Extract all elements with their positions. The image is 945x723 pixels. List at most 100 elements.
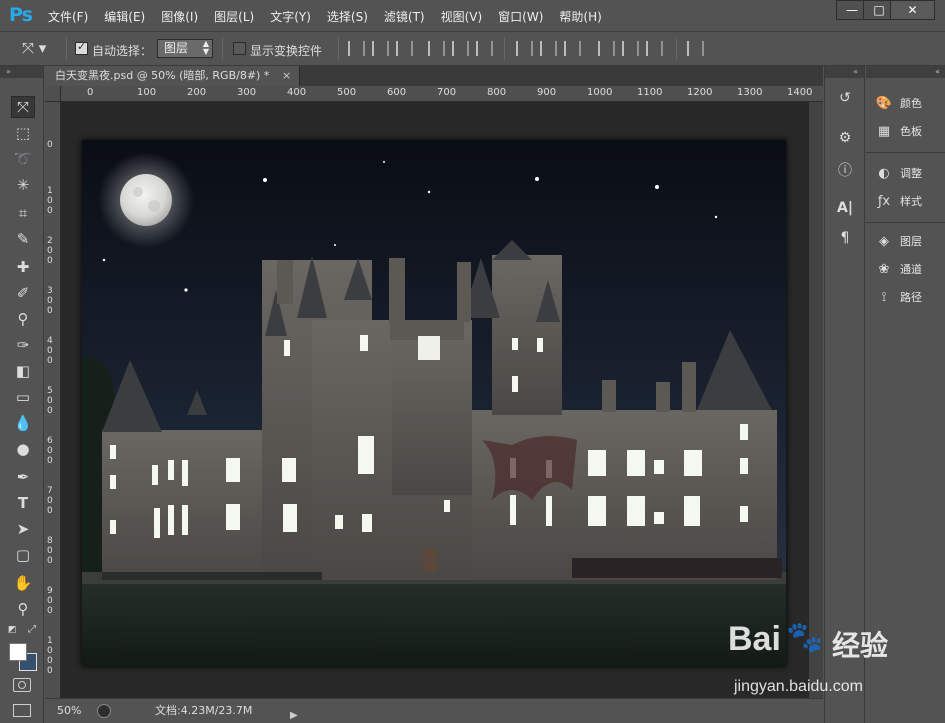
tools-panel: » ⤧ ⬚ ➰ ✳ ⌗ ✎ ✚ ✐ ⚲ ✑ ◧ ▭ 💧 ● ✒ T ➤ ▢ ✋ …	[0, 66, 44, 723]
vertical-scrollbar[interactable]	[809, 102, 823, 698]
panel-adjustments[interactable]: ◐ 调整	[874, 162, 922, 184]
panel-collapse[interactable]: «	[866, 66, 945, 78]
distribute-top-icon[interactable]	[516, 41, 533, 56]
clone-stamp-tool-icon[interactable]: ⚲	[11, 308, 35, 330]
foreground-color-swatch[interactable]	[9, 643, 27, 661]
align-vcenter-icon[interactable]	[372, 41, 389, 56]
status-info-icon[interactable]	[97, 704, 111, 718]
menu-image[interactable]: 图像(I)	[153, 8, 206, 25]
menu-view[interactable]: 视图(V)	[433, 8, 491, 25]
menu-edit[interactable]: 编辑(E)	[96, 8, 153, 25]
move-tool-preset-icon[interactable]: ⤧ ▾	[22, 39, 46, 57]
distribute-right-icon[interactable]	[646, 41, 663, 56]
type-tool-icon[interactable]: T	[11, 492, 35, 514]
ruler-tick: 1300	[737, 87, 763, 98]
panel-styles-label: 样式	[900, 195, 922, 208]
swap-colors-icon[interactable]: ⤢	[28, 624, 36, 635]
document-canvas-image[interactable]	[82, 140, 786, 666]
align-left-icon[interactable]	[428, 41, 445, 56]
panel-layers[interactable]: ◈ 图层	[874, 230, 922, 252]
distribute-hcenter-icon[interactable]	[622, 41, 639, 56]
vertical-ruler[interactable]: 0 100 200 300 400 500 600 700 800 900 10…	[45, 102, 61, 698]
pasteboard	[61, 102, 809, 698]
character-icon[interactable]: A|	[833, 200, 857, 222]
blur-tool-icon[interactable]: 💧	[11, 412, 35, 434]
path-selection-tool-icon[interactable]: ➤	[11, 518, 35, 540]
crop-tool-icon[interactable]: ⌗	[11, 202, 35, 224]
align-hcenter-icon[interactable]	[452, 41, 469, 56]
history-brush-tool-icon[interactable]: ✑	[11, 334, 35, 356]
magic-wand-tool-icon[interactable]: ✳	[11, 174, 35, 196]
ruler-tick: 700	[437, 87, 457, 98]
show-transform-label: 显示变换控件	[250, 44, 323, 58]
hand-tool-icon[interactable]: ✋	[11, 572, 35, 594]
distribute-v-buttons	[516, 41, 588, 56]
default-colors-icon[interactable]: ◩	[8, 625, 17, 635]
distribute-vcenter-icon[interactable]	[540, 41, 557, 56]
watermark-brand: Bai	[728, 620, 781, 658]
panel-channels[interactable]: ❀ 通道	[874, 258, 922, 280]
panel-styles[interactable]: ƒx 样式	[874, 190, 922, 212]
panel-paths-label: 路径	[900, 291, 922, 304]
auto-select-checkbox[interactable]: ✓	[75, 40, 88, 55]
zoom-level[interactable]: 50%	[57, 699, 81, 723]
brush-tool-icon[interactable]: ✐	[11, 282, 35, 304]
ruler-tick: 800	[487, 87, 507, 98]
zoom-tool-icon[interactable]: ⚲	[11, 598, 35, 620]
eraser-tool-icon[interactable]: ◧	[11, 360, 35, 382]
healing-brush-tool-icon[interactable]: ✚	[11, 256, 35, 278]
distribute-bottom-icon[interactable]	[564, 41, 581, 56]
eyedropper-tool-icon[interactable]: ✎	[11, 228, 35, 250]
menu-help[interactable]: 帮助(H)	[551, 8, 609, 25]
distribute-left-icon[interactable]	[598, 41, 615, 56]
menu-window[interactable]: 窗口(W)	[490, 8, 551, 25]
align-right-icon[interactable]	[476, 41, 493, 56]
align-bottom-icon[interactable]	[396, 41, 413, 56]
ruler-tick: 500	[337, 87, 357, 98]
align-top-icon[interactable]	[348, 41, 365, 56]
lasso-tool-icon[interactable]: ➰	[11, 148, 35, 170]
panel-channels-label: 通道	[900, 263, 922, 276]
ruler-origin[interactable]	[45, 86, 61, 102]
menu-layer[interactable]: 图层(L)	[206, 8, 262, 25]
auto-align-button	[687, 41, 711, 56]
pen-tool-icon[interactable]: ✒	[11, 466, 35, 488]
photoshop-logo-icon: Ps	[9, 4, 33, 26]
palette-icon: 🎨	[875, 95, 893, 111]
auto-select-target-dropdown[interactable]: 图层 ▲ ▼	[157, 39, 213, 58]
auto-align-icon[interactable]	[687, 41, 704, 56]
status-menu-arrow-icon[interactable]: ▶	[290, 704, 298, 723]
info-icon[interactable]: ⓘ	[833, 160, 857, 182]
history-icon[interactable]: ↺	[833, 90, 857, 112]
panel-swatches[interactable]: ▦ 色板	[874, 120, 922, 142]
menu-select[interactable]: 选择(S)	[319, 8, 376, 25]
rectangle-tool-icon[interactable]: ▢	[11, 544, 35, 566]
horizontal-ruler[interactable]: 0 100 200 300 400 500 600 700 800 900 10…	[61, 86, 823, 102]
gradient-tool-icon[interactable]: ▭	[11, 386, 35, 408]
marquee-tool-icon[interactable]: ⬚	[11, 122, 35, 144]
dock-collapse[interactable]: «	[825, 66, 864, 78]
ruler-tick: 1000	[587, 87, 613, 98]
ruler-tick: 100	[47, 186, 53, 216]
paragraph-icon[interactable]: ¶	[833, 230, 857, 252]
quick-mask-icon[interactable]	[13, 678, 31, 692]
menu-filter[interactable]: 滤镜(T)	[376, 8, 433, 25]
tab-close-icon[interactable]: ×	[282, 66, 291, 86]
move-tool-icon[interactable]: ⤧	[11, 96, 35, 118]
screen-mode-icon[interactable]	[13, 704, 31, 717]
swatches-icon: ▦	[877, 123, 891, 139]
close-window-button[interactable]: ✕	[890, 0, 935, 20]
panel-swatches-label: 色板	[900, 125, 922, 138]
styles-icon: ƒx	[877, 193, 891, 209]
properties-icon[interactable]: ⚙	[833, 130, 857, 152]
panel-color[interactable]: 🎨 颜色	[874, 92, 922, 114]
dodge-tool-icon[interactable]: ●	[11, 438, 35, 460]
menu-type[interactable]: 文字(Y)	[262, 8, 319, 25]
watermark-brand-2: 经验	[832, 629, 889, 662]
tools-panel-collapse[interactable]: »	[0, 66, 43, 78]
menu-file[interactable]: 文件(F)	[40, 8, 96, 25]
menu-list: 文件(F) 编辑(E) 图像(I) 图层(L) 文字(Y) 选择(S) 滤镜(T…	[40, 8, 610, 25]
document-tab[interactable]: 白天变黑夜.psd @ 50% (暗部, RGB/8#) * ×	[45, 66, 300, 86]
show-transform-checkbox[interactable]	[233, 42, 246, 55]
panel-paths[interactable]: ⟟ 路径	[874, 286, 922, 308]
